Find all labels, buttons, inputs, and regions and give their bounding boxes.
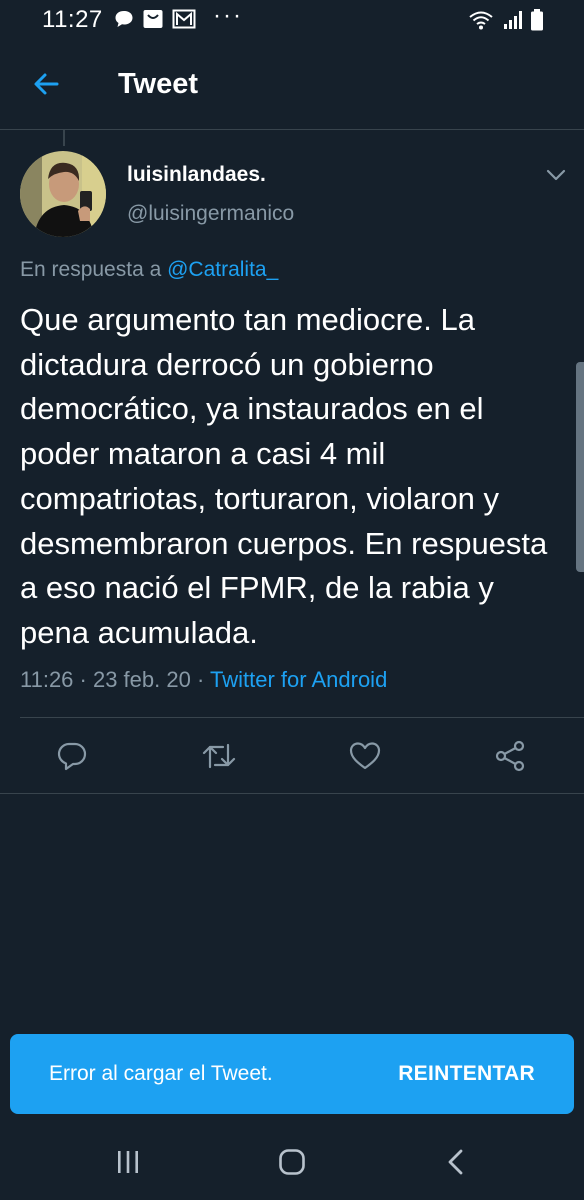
tweet-text: Que argumento tan mediocre. La dictadura… xyxy=(20,302,548,650)
page-title: Tweet xyxy=(118,68,199,100)
like-icon xyxy=(349,742,381,770)
error-snackbar: Error al cargar el Tweet. REINTENTAR xyxy=(10,1034,574,1114)
reply-prefix: En respuesta a xyxy=(20,258,168,281)
navigation-bar xyxy=(0,1124,584,1200)
recent-apps-icon xyxy=(118,1151,138,1173)
status-bar: 11:27 ··· xyxy=(0,0,584,42)
user-handle[interactable]: @luisingermanico xyxy=(127,202,294,226)
wifi-icon xyxy=(468,9,494,36)
divider xyxy=(0,793,584,794)
mail-icon xyxy=(172,8,196,35)
like-button[interactable] xyxy=(345,736,385,776)
tweet-actions xyxy=(0,718,584,793)
thread-connector xyxy=(63,130,65,146)
retweet-button[interactable] xyxy=(199,736,239,776)
system-icons xyxy=(468,8,544,37)
signal-icon xyxy=(502,9,522,36)
recent-apps-button[interactable] xyxy=(106,1142,150,1182)
bag-icon xyxy=(142,8,164,35)
scrollbar[interactable] xyxy=(576,362,584,572)
chevron-down-icon xyxy=(546,169,566,181)
tweet-timestamp: 11:26 · 23 feb. 20 · xyxy=(20,667,210,692)
notification-icons xyxy=(114,8,196,35)
display-name[interactable]: luisinlandaes. xyxy=(127,163,266,187)
home-icon xyxy=(279,1149,305,1175)
share-button[interactable] xyxy=(490,736,530,776)
back-button[interactable] xyxy=(24,62,68,106)
tweet-meta: 11:26 · 23 feb. 20 · Twitter for Android xyxy=(20,667,387,693)
reply-button[interactable] xyxy=(52,736,92,776)
retweet-icon xyxy=(202,743,236,769)
back-nav-button[interactable] xyxy=(434,1142,478,1182)
back-arrow-icon xyxy=(34,73,59,95)
reply-icon xyxy=(57,742,87,771)
avatar[interactable] xyxy=(20,151,106,237)
app-bar: Tweet xyxy=(0,42,584,130)
more-options-button[interactable] xyxy=(543,162,569,188)
back-icon xyxy=(448,1149,463,1175)
message-icon xyxy=(114,9,134,34)
more-notifications: ··· xyxy=(213,2,243,29)
reply-to-link[interactable]: @Catralita_ xyxy=(167,258,278,281)
snackbar-message: Error al cargar el Tweet. xyxy=(49,1062,273,1085)
status-time: 11:27 xyxy=(42,6,103,33)
retry-button[interactable]: REINTENTAR xyxy=(398,1062,535,1086)
tweet-source-link[interactable]: Twitter for Android xyxy=(210,667,387,692)
reply-context: En respuesta a @Catralita_ xyxy=(20,258,278,282)
home-button[interactable] xyxy=(270,1142,314,1182)
share-icon xyxy=(495,740,525,772)
battery-icon xyxy=(530,8,544,37)
